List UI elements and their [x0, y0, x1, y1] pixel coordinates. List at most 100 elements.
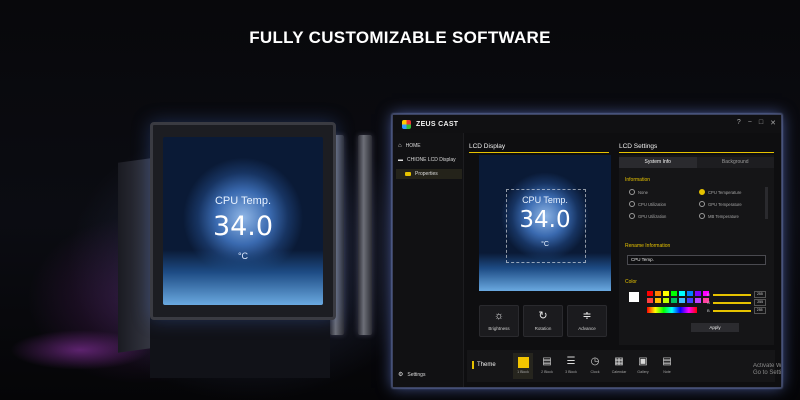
- palette-swatch[interactable]: [655, 291, 661, 296]
- theme-2-block[interactable]: ▤ 2 Block: [537, 353, 557, 379]
- palette-swatch[interactable]: [679, 291, 685, 296]
- option-gpu-utilization[interactable]: GPU Utilization: [629, 213, 666, 219]
- color-palette: [647, 291, 709, 303]
- sidebar-item-device[interactable]: ▬ CHIONE LCD Display: [398, 157, 456, 163]
- theme-calendar[interactable]: ▦ Calendar: [609, 353, 629, 379]
- palette-swatch[interactable]: [687, 298, 693, 303]
- lcd-display-heading: LCD Display: [469, 143, 506, 150]
- help-icon[interactable]: ?: [737, 119, 741, 127]
- page-headline: FULLY CUSTOMIZABLE SOFTWARE: [249, 28, 551, 47]
- minimize-icon[interactable]: −: [748, 119, 752, 127]
- lcd-pump-block: CPU Temp. 34.0 °C: [150, 122, 336, 320]
- home-icon: ⌂: [398, 143, 402, 149]
- channel-value[interactable]: 255: [754, 299, 767, 306]
- theme-item-label: Calendar: [611, 370, 627, 374]
- palette-swatch[interactable]: [655, 298, 661, 303]
- option-label: CPU Temperature: [708, 189, 742, 195]
- sidebar-item-label: Properties: [415, 171, 438, 177]
- sidebar-item-label: Settings: [407, 371, 426, 378]
- channel-label: G: [707, 300, 711, 305]
- ram-stick: [358, 135, 372, 335]
- lcd-label: CPU Temp.: [214, 195, 272, 207]
- brightness-button[interactable]: ☼ Brightness: [479, 305, 519, 337]
- theme-bar: Theme 1 Block ▤ 2 Block ☰ 3 Block ◷ Cloc…: [467, 350, 775, 382]
- radio-icon: [699, 213, 705, 219]
- palette-swatch[interactable]: [679, 298, 685, 303]
- lcd-settings-panel: System Info Background Information None …: [619, 155, 774, 345]
- blue-slider[interactable]: B 255: [707, 307, 766, 314]
- zeus-cast-window: ZEUS CAST ? − □ ✕ ⌂ HOME ▬ CHIONE LCD Di…: [392, 114, 782, 388]
- sidebar-item-properties[interactable]: Properties: [405, 171, 438, 177]
- channel-value[interactable]: 255: [753, 291, 766, 298]
- sidebar-item-home[interactable]: ⌂ HOME: [398, 143, 421, 149]
- calendar-icon: ▦: [614, 356, 624, 367]
- gallery-icon: ▣: [638, 356, 648, 367]
- palette-swatch[interactable]: [671, 291, 677, 296]
- rotation-button[interactable]: ↻ Rotation: [523, 305, 563, 337]
- slider-fill: [713, 301, 752, 304]
- apply-button[interactable]: Apply: [691, 323, 739, 332]
- slider-track[interactable]: [713, 301, 752, 304]
- preview-label: CPU Temp.: [522, 195, 568, 205]
- red-slider[interactable]: R 255: [707, 291, 766, 298]
- theme-item-label: Gallery: [637, 370, 649, 374]
- palette-swatch[interactable]: [663, 291, 669, 296]
- palette-swatch[interactable]: [687, 291, 693, 296]
- lcd-screen: CPU Temp. 34.0 °C: [163, 137, 323, 305]
- channel-label: R: [707, 292, 710, 297]
- preview-unit: °C: [541, 241, 549, 248]
- option-cpu-temperature[interactable]: CPU Temperature: [699, 189, 741, 195]
- option-label: GPU Utilization: [638, 213, 667, 219]
- palette-swatch[interactable]: [695, 291, 701, 296]
- maximize-icon[interactable]: □: [759, 119, 763, 127]
- rename-heading: Rename Information: [625, 243, 671, 249]
- app-title: ZEUS CAST: [416, 120, 459, 128]
- channel-value[interactable]: 255: [753, 307, 766, 314]
- lcd-preview[interactable]: CPU Temp. 34.0 °C: [479, 155, 611, 291]
- palette-swatch[interactable]: [695, 298, 701, 303]
- close-icon[interactable]: ✕: [770, 119, 776, 127]
- three-block-icon: ☰: [566, 356, 576, 367]
- heading-underline: [619, 152, 774, 153]
- brightness-label: Brightness: [488, 326, 510, 331]
- options-scrollbar[interactable]: [765, 187, 768, 219]
- theme-item-label: Clock: [590, 370, 600, 374]
- gear-icon: ⚙: [398, 372, 404, 378]
- sidebar: ⌂ HOME ▬ CHIONE LCD Display Properties ⚙…: [393, 133, 464, 387]
- advance-button[interactable]: ≑ Advance: [567, 305, 607, 337]
- theme-item-label: 3 Block: [565, 370, 577, 374]
- preview-value: 34.0: [519, 207, 571, 233]
- option-none[interactable]: None: [629, 189, 648, 195]
- color-spectrum[interactable]: [647, 307, 697, 313]
- palette-swatch[interactable]: [663, 298, 669, 303]
- rename-input[interactable]: CPU Temp.: [627, 255, 766, 265]
- window-controls: ? − □ ✕: [737, 119, 776, 127]
- theme-item-label: 2 Block: [541, 370, 553, 374]
- zeus-logo-icon: [402, 119, 411, 129]
- lcd-unit: °C: [237, 251, 249, 261]
- theme-clock[interactable]: ◷ Clock: [585, 353, 605, 379]
- theme-3-block[interactable]: ☰ 3 Block: [561, 353, 581, 379]
- theme-note[interactable]: ▤ Note: [657, 353, 677, 379]
- slider-track[interactable]: [712, 309, 751, 312]
- slider-track[interactable]: [712, 293, 751, 296]
- palette-swatch[interactable]: [647, 291, 653, 296]
- option-cpu-utilization[interactable]: CPU Utilization: [629, 201, 666, 207]
- tab-background[interactable]: Background: [696, 157, 774, 168]
- palette-swatch[interactable]: [647, 298, 653, 303]
- theme-item-label: 1 Block: [517, 370, 529, 374]
- properties-icon: [405, 172, 411, 176]
- lcd-settings-heading: LCD Settings: [619, 143, 658, 150]
- theme-gallery[interactable]: ▣ Gallery: [633, 353, 653, 379]
- sidebar-item-settings[interactable]: ⚙ Settings: [398, 371, 426, 379]
- green-slider[interactable]: G 255: [707, 299, 767, 306]
- option-gpu-temperature[interactable]: GPU Temperature: [699, 201, 742, 207]
- palette-swatch[interactable]: [671, 298, 677, 303]
- tab-system-info[interactable]: System Info: [619, 157, 697, 168]
- current-color-swatch[interactable]: [629, 292, 639, 302]
- radio-icon: [629, 213, 635, 219]
- title-bar[interactable]: ZEUS CAST ? − □ ✕: [393, 115, 781, 133]
- activate-watermark: Activate W… Go to Setting…: [753, 363, 781, 376]
- option-mb-temperature[interactable]: MB Temperature: [699, 213, 739, 219]
- theme-1-block[interactable]: 1 Block: [513, 353, 533, 379]
